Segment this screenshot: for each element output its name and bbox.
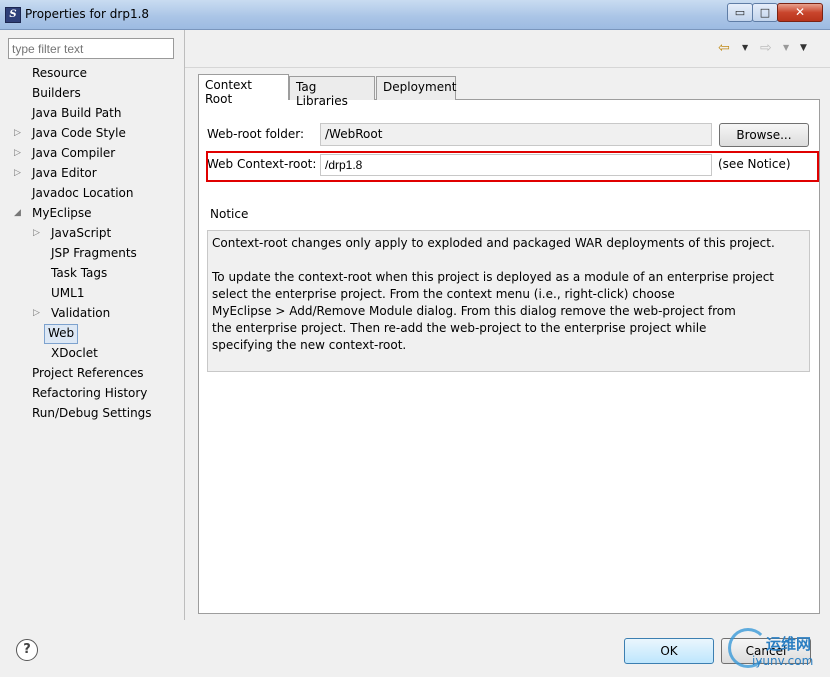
red-highlight-box: [206, 151, 819, 182]
tree-item-label: Project References: [32, 366, 144, 380]
tree-item-web[interactable]: Web: [44, 324, 79, 344]
tree-item-label: Java Code Style: [32, 126, 126, 140]
collapsed-arrow-icon[interactable]: ▷: [33, 304, 40, 322]
back-arrow-icon[interactable]: ⇦: [718, 40, 730, 56]
tree-item-label: XDoclet: [51, 346, 98, 360]
collapsed-arrow-icon[interactable]: ▷: [33, 224, 40, 242]
tree-item-java-code-style[interactable]: ▷ Java Code Style: [14, 124, 126, 142]
browse-button[interactable]: Browse...: [719, 123, 809, 147]
window-title: Properties for drp1.8: [25, 7, 150, 21]
tree-item-label: Java Build Path: [32, 106, 122, 120]
tree-item-javadoc-location[interactable]: Javadoc Location: [28, 184, 133, 202]
tree-item-label: JSP Fragments: [51, 246, 137, 260]
tree-item-task-tags[interactable]: Task Tags: [47, 264, 107, 282]
tree-item-project-references[interactable]: Project References: [28, 364, 144, 382]
collapsed-arrow-icon[interactable]: ▷: [14, 144, 21, 162]
collapsed-arrow-icon[interactable]: ▷: [14, 164, 21, 182]
tree-item-java-compiler[interactable]: ▷ Java Compiler: [14, 144, 116, 162]
tree-item-label: Validation: [51, 306, 111, 320]
tree-item-label: Javadoc Location: [32, 186, 134, 200]
filter-input[interactable]: [8, 38, 174, 59]
tree-item-label: Task Tags: [51, 266, 108, 280]
tree-item-java-build-path[interactable]: Java Build Path: [28, 104, 121, 122]
tree-item-xdoclet[interactable]: XDoclet: [47, 344, 98, 362]
tree-item-builders[interactable]: Builders: [28, 84, 81, 102]
collapsed-arrow-icon[interactable]: ▷: [14, 124, 21, 142]
tree-item-myeclipse[interactable]: ◢ MyEclipse: [14, 204, 92, 222]
tree-item-label: UML1: [51, 286, 85, 300]
notice-title: Notice: [210, 207, 249, 221]
tree-item-run-debug-settings[interactable]: Run/Debug Settings: [28, 404, 152, 422]
watermark-url: iyunv.com: [752, 654, 814, 668]
watermark-text: 运维网: [766, 635, 812, 653]
tree-item-javascript[interactable]: ▷ JavaScript: [33, 224, 112, 242]
ok-button[interactable]: OK: [624, 638, 714, 664]
tree-item-uml1[interactable]: UML1: [47, 284, 84, 302]
tree-item-java-editor[interactable]: ▷ Java Editor: [14, 164, 97, 182]
tree-item-label: Java Compiler: [32, 146, 116, 160]
tree-item-label: Run/Debug Settings: [32, 406, 152, 420]
back-dropdown-icon[interactable]: ▼: [742, 43, 748, 52]
maximize-icon: □: [759, 6, 771, 19]
tree-item-refactoring-history[interactable]: Refactoring History: [28, 384, 147, 402]
tab-deployment[interactable]: Deployment: [376, 76, 456, 100]
tree-item-label: Refactoring History: [32, 386, 148, 400]
help-icon[interactable]: ?: [16, 639, 38, 661]
tree-item-resource[interactable]: Resource: [28, 64, 87, 82]
webroot-folder-field: /WebRoot: [320, 123, 712, 146]
tab-context-root[interactable]: Context Root: [198, 74, 289, 106]
tab-tag-libraries[interactable]: Tag Libraries: [289, 76, 375, 108]
forward-arrow-icon[interactable]: ⇨: [760, 40, 772, 56]
maximize-button[interactable]: □: [752, 3, 778, 22]
forward-dropdown-icon[interactable]: ▼: [783, 43, 789, 52]
tree-item-label: Java Editor: [32, 166, 97, 180]
close-button[interactable]: ✕: [777, 3, 823, 22]
expanded-arrow-icon[interactable]: ◢: [14, 204, 21, 222]
tree-item-label: JavaScript: [51, 226, 112, 240]
tree-item-label: Web: [44, 324, 79, 344]
tree-item-jsp-fragments[interactable]: JSP Fragments: [47, 244, 137, 262]
view-menu-icon[interactable]: ▼: [800, 43, 807, 53]
tree-item-label: MyEclipse: [32, 206, 92, 220]
minimize-button[interactable]: ▭: [727, 3, 753, 22]
notice-text: Context-root changes only apply to explo…: [207, 230, 810, 372]
tree-item-label: Builders: [32, 86, 81, 100]
tree-item-label: Resource: [32, 66, 88, 80]
header-separator: [185, 67, 830, 68]
close-icon: ✕: [794, 5, 806, 19]
minimize-icon: ▭: [734, 6, 746, 19]
myeclipse-app-icon: S: [5, 7, 21, 23]
pane-divider[interactable]: [184, 30, 185, 620]
webroot-folder-label: Web-root folder:: [207, 127, 305, 141]
tree-item-validation[interactable]: ▷ Validation: [33, 304, 111, 322]
